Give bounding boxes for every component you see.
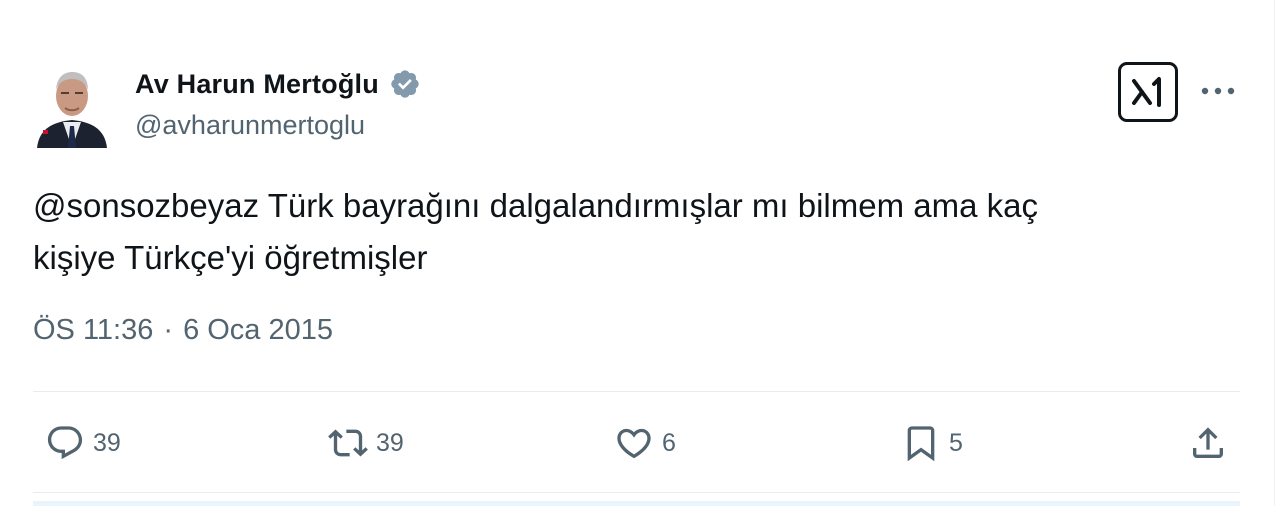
author-name[interactable]: Av Harun Mertoğlu — [135, 69, 379, 100]
more-dots-icon — [1201, 87, 1235, 95]
tweet-text-line: kişiye Türkçe'yi öğretmişler — [33, 239, 428, 276]
tweet-time[interactable]: ÖS 11:36 — [33, 314, 153, 347]
retweet-button[interactable]: 39 — [328, 418, 404, 468]
more-options-button[interactable] — [1196, 76, 1240, 106]
grok-icon — [1132, 77, 1161, 107]
author-name-row: Av Harun Mertoğlu — [135, 66, 421, 102]
heart-icon — [617, 428, 651, 459]
like-count: 6 — [662, 428, 676, 457]
share-icon — [1193, 427, 1223, 458]
tweet-text-line: @sonsozbeyaz Türk bayrağını dalgalandırm… — [33, 187, 1038, 224]
retweet-icon — [328, 429, 368, 457]
verified-badge-icon[interactable] — [389, 68, 421, 100]
bottom-strip — [33, 501, 1240, 506]
tweet-date[interactable]: 6 Oca 2015 — [183, 314, 333, 347]
retweet-count: 39 — [376, 428, 404, 457]
action-bar: 39 39 6 5 — [0, 418, 1280, 468]
bookmark-count: 5 — [949, 428, 963, 457]
reply-icon — [47, 426, 83, 460]
time-separator: · — [163, 314, 174, 346]
timestamp[interactable]: ÖS 11:36 · 6 Oca 2015 — [33, 314, 333, 347]
share-button[interactable] — [1188, 418, 1228, 468]
avatar-image — [35, 64, 109, 148]
bookmark-icon — [907, 426, 935, 462]
author-handle[interactable]: @avharunmertoglu — [135, 110, 365, 141]
like-button[interactable]: 6 — [614, 418, 676, 468]
tweet-text: @sonsozbeyaz Türk bayrağını dalgalandırm… — [33, 180, 1233, 284]
reply-count: 39 — [93, 428, 121, 457]
divider — [33, 391, 1240, 392]
reply-button[interactable]: 39 — [45, 418, 121, 468]
divider — [33, 492, 1240, 493]
bookmark-button[interactable]: 5 — [901, 418, 963, 468]
avatar[interactable] — [35, 64, 109, 148]
grok-button[interactable] — [1118, 62, 1178, 122]
